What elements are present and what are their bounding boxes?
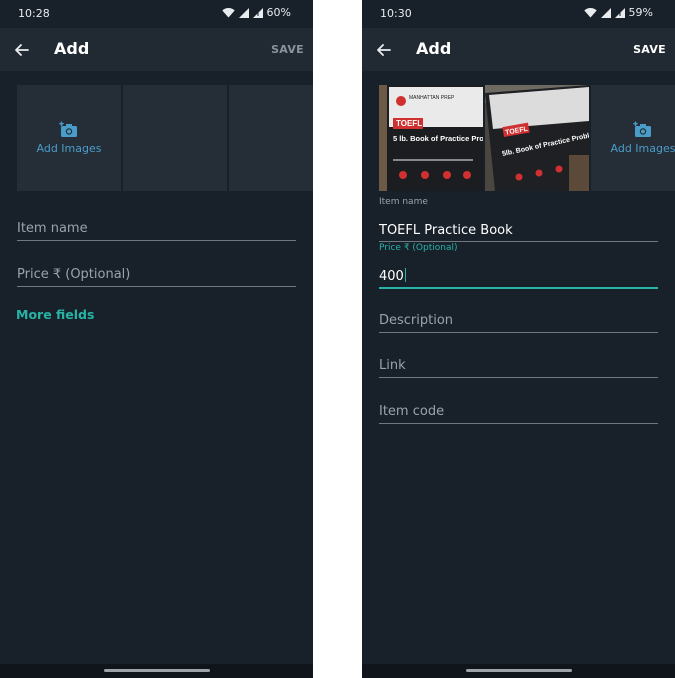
add-images-button[interactable]: Add Images xyxy=(17,85,121,191)
book-badge: TOEFL xyxy=(396,119,422,128)
item-code-field[interactable]: Item code xyxy=(379,399,658,424)
page-title: Add xyxy=(416,39,452,58)
wifi-icon xyxy=(583,8,597,18)
battery-percentage: 60% xyxy=(266,6,291,19)
image-strip: MANHATTAN PREP TOEFL 5 lb. Book of Pract… xyxy=(379,85,675,191)
image-slot-empty[interactable] xyxy=(229,85,313,191)
price-placeholder: Price ₹ (Optional) xyxy=(17,267,131,282)
home-gesture-handle[interactable] xyxy=(465,669,572,672)
add-images-label: Add Images xyxy=(36,142,102,155)
phone-screen-left: 10:28 60% Add SAVE Add Images Item name … xyxy=(0,0,313,678)
page-title: Add xyxy=(54,39,90,58)
arrow-left-icon[interactable] xyxy=(374,40,394,60)
item-name-label: Item name xyxy=(379,197,428,207)
image-slot-empty[interactable] xyxy=(123,85,227,191)
book-photo-2[interactable]: TOEFL 5lb. Book of Practice Problems xyxy=(485,85,589,191)
image-strip: Add Images xyxy=(17,85,313,191)
price-field[interactable]: Price ₹ (Optional) xyxy=(17,262,296,287)
navigation-bar xyxy=(0,664,313,678)
status-icons: 59% xyxy=(583,6,653,19)
link-field[interactable]: Link xyxy=(379,353,658,378)
price-value-wrap: 400 xyxy=(379,268,406,284)
book-photo-1[interactable]: MANHATTAN PREP TOEFL 5 lb. Book of Pract… xyxy=(379,85,483,191)
signal-icon xyxy=(600,7,611,18)
signal-icon xyxy=(252,7,263,18)
price-label: Price ₹ (Optional) xyxy=(379,243,458,253)
camera-plus-icon xyxy=(59,121,77,137)
book-photo-2-image: TOEFL 5lb. Book of Practice Problems xyxy=(485,85,589,191)
item-name-field[interactable]: Item name xyxy=(17,216,296,241)
status-time: 10:30 xyxy=(380,7,412,20)
app-bar: Add SAVE xyxy=(0,28,313,71)
app-bar: Add SAVE xyxy=(362,28,675,71)
description-field[interactable]: Description xyxy=(379,308,658,333)
link-placeholder: Link xyxy=(379,358,406,373)
battery-percentage: 59% xyxy=(628,6,653,19)
item-name-placeholder: Item name xyxy=(17,221,88,236)
price-field[interactable]: Price ₹ (Optional) 400 xyxy=(379,243,658,289)
status-icons: 60% xyxy=(221,6,291,19)
navigation-bar xyxy=(362,664,675,678)
save-button[interactable]: SAVE xyxy=(633,43,666,56)
phone-screen-right: 10:30 59% Add SAVE MANHATTAN PREP TOEFL … xyxy=(362,0,675,678)
arrow-left-icon[interactable] xyxy=(12,40,32,60)
add-images-button[interactable]: Add Images xyxy=(591,85,675,191)
price-value: 400 xyxy=(379,269,404,284)
item-code-placeholder: Item code xyxy=(379,404,445,419)
signal-icon xyxy=(238,7,249,18)
save-button[interactable]: SAVE xyxy=(271,43,304,56)
wifi-icon xyxy=(221,8,235,18)
book-brand: MANHATTAN PREP xyxy=(409,95,455,101)
item-name-value: TOEFL Practice Book xyxy=(379,223,513,238)
status-bar: 10:30 59% xyxy=(362,0,675,28)
more-fields-link[interactable]: More fields xyxy=(16,307,94,322)
description-placeholder: Description xyxy=(379,313,454,328)
status-time: 10:28 xyxy=(18,7,50,20)
text-cursor xyxy=(404,268,406,282)
book-title: 5 lb. Book of Practice Problems xyxy=(393,134,483,143)
status-bar: 10:28 60% xyxy=(0,0,313,28)
screenshot-canvas: 10:28 60% Add SAVE Add Images Item name … xyxy=(0,0,675,678)
item-name-field[interactable]: Item name TOEFL Practice Book xyxy=(379,197,658,242)
add-images-label: Add Images xyxy=(610,142,675,155)
signal-icon xyxy=(614,7,625,18)
book-photo-1-image: MANHATTAN PREP TOEFL 5 lb. Book of Pract… xyxy=(379,85,483,191)
home-gesture-handle[interactable] xyxy=(103,669,210,672)
camera-plus-icon xyxy=(633,121,651,137)
